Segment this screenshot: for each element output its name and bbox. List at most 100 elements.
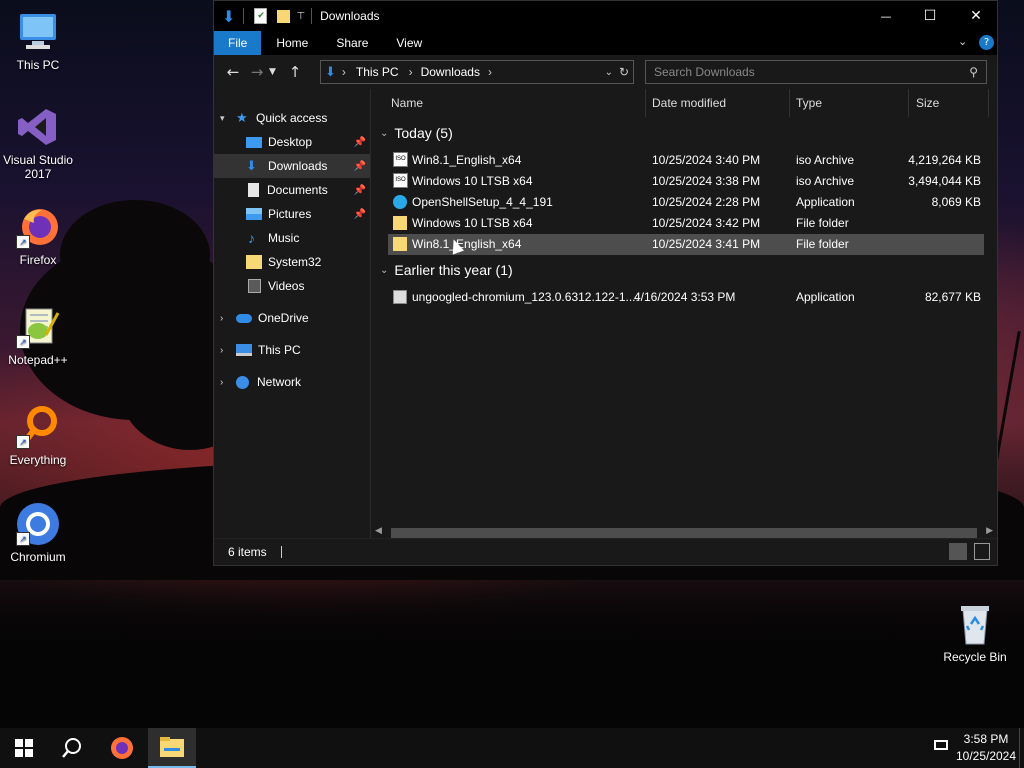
title-bar[interactable]: ⬇ ✔ ⊤ Downloads — ☐ ✕ [214, 1, 997, 31]
tab-view[interactable]: View [382, 31, 436, 55]
nav-quick-access[interactable]: ▾ ★ Quick access [214, 106, 370, 130]
back-arrow-icon[interactable]: ← [221, 63, 245, 81]
minimize-button[interactable]: — [874, 10, 898, 23]
shortcut-arrow-icon: ↗ [16, 435, 30, 449]
breadcrumb-separator[interactable]: › [488, 65, 492, 79]
nav-item-pictures[interactable]: Pictures 📌 [214, 202, 370, 226]
file-row[interactable]: ISO Windows 10 LTSB x64 10/25/2024 3:38 … [388, 171, 984, 192]
visual-studio-icon [16, 105, 60, 149]
column-divider[interactable] [789, 89, 790, 117]
nav-item-label: Downloads [268, 159, 328, 173]
nav-item-documents[interactable]: Documents 📌 [214, 178, 370, 202]
nav-item-music[interactable]: ♪ Music [214, 226, 370, 250]
forward-arrow-icon[interactable]: → [245, 63, 269, 81]
nav-item-label: Music [268, 231, 300, 245]
file-row[interactable]: ungoogled-chromium_123.0.6312.122-1.... … [388, 287, 984, 308]
nav-onedrive[interactable]: › OneDrive [214, 306, 370, 330]
expand-ribbon-icon[interactable]: ⌄ [958, 35, 967, 48]
search-input[interactable]: Search Downloads [654, 65, 755, 79]
navigation-pane: ▾ ★ Quick access Desktop 📌 ⬇ Downloads 📌… [214, 89, 371, 541]
group-header-today[interactable]: ⌄ Today (5) [380, 125, 453, 141]
file-date: 10/25/2024 3:41 PM [652, 237, 761, 251]
breadcrumb-separator[interactable]: › [409, 65, 413, 79]
status-bar: 6 items [214, 538, 997, 565]
scroll-left-arrow-icon[interactable]: ◀ [375, 526, 382, 536]
tab-home[interactable]: Home [261, 31, 322, 55]
column-header-type[interactable]: Type [796, 89, 822, 117]
new-folder-icon[interactable] [277, 9, 291, 23]
scrollbar-thumb[interactable] [391, 528, 977, 538]
chevron-down-icon[interactable]: ⌄ [380, 128, 388, 139]
breadcrumb-downloads[interactable]: Downloads [421, 65, 480, 79]
chevron-right-icon[interactable]: › [220, 313, 236, 324]
pin-icon[interactable]: 📌 [354, 161, 366, 172]
nav-item-system32[interactable]: System32 [214, 250, 370, 274]
chevron-down-icon[interactable]: ▾ [220, 113, 236, 124]
file-row-selected[interactable]: Win8.1_English_x64 10/25/2024 3:41 PM Fi… [388, 234, 984, 255]
desktop-icon-notepad-plus-plus[interactable]: ↗ Notepad++ [0, 305, 76, 367]
pin-icon[interactable]: 📌 [354, 185, 366, 196]
music-note-icon: ♪ [248, 230, 255, 246]
pin-icon[interactable]: 📌 [354, 137, 366, 148]
file-row[interactable]: Windows 10 LTSB x64 10/25/2024 3:42 PM F… [388, 213, 984, 234]
address-dropdown-chevron-icon[interactable]: ⌄ [605, 67, 613, 78]
network-status-icon[interactable] [934, 740, 948, 750]
recent-locations-chevron-icon[interactable]: ▼ [269, 67, 283, 77]
clock[interactable]: 3:58 PM 10/25/2024 [954, 731, 1018, 765]
maximize-button[interactable]: ☐ [918, 8, 942, 24]
group-header-earlier-this-year[interactable]: ⌄ Earlier this year (1) [380, 262, 513, 278]
column-header-size[interactable]: Size [916, 89, 939, 117]
desktop-icon-visual-studio[interactable]: Visual Studio 2017 [0, 105, 76, 181]
help-icon[interactable]: ? [979, 35, 994, 50]
chevron-right-icon[interactable]: › [220, 345, 236, 356]
pin-icon[interactable]: 📌 [354, 209, 366, 220]
breadcrumb-this-pc[interactable]: This PC [356, 65, 399, 79]
details-view-button[interactable] [949, 543, 967, 560]
nav-item-videos[interactable]: Videos [214, 274, 370, 298]
address-bar[interactable]: ⬇ › This PC › Downloads › ⌄ ↻ [320, 60, 634, 84]
group-label: Today (5) [394, 125, 453, 141]
nav-this-pc[interactable]: › This PC [214, 338, 370, 362]
nav-item-desktop[interactable]: Desktop 📌 [214, 130, 370, 154]
column-divider[interactable] [645, 89, 646, 117]
desktop-icon-recycle-bin[interactable]: Recycle Bin [937, 602, 1013, 664]
desktop-icon-chromium[interactable]: ↗ Chromium [0, 502, 76, 564]
close-button[interactable]: ✕ [964, 8, 988, 24]
nav-network[interactable]: › Network [214, 370, 370, 394]
nav-item-label: Quick access [256, 111, 328, 125]
refresh-icon[interactable]: ↻ [619, 65, 629, 79]
column-divider[interactable] [908, 89, 909, 117]
large-icons-view-button[interactable] [974, 543, 990, 560]
up-arrow-icon[interactable]: ↑ [283, 63, 307, 81]
file-size: 4,219,264 KB [908, 153, 981, 167]
chevron-right-icon[interactable]: › [220, 377, 236, 388]
iso-icon: ISO [393, 152, 408, 167]
desktop-icon-this-pc[interactable]: This PC [0, 10, 76, 72]
tab-share[interactable]: Share [322, 31, 382, 55]
taskbar-firefox-button[interactable] [98, 728, 146, 768]
taskbar-file-explorer-button[interactable] [148, 728, 196, 768]
search-button[interactable] [48, 728, 96, 768]
customize-toolbar-icon[interactable]: ⊤ [296, 11, 305, 22]
properties-icon[interactable]: ✔ [254, 8, 268, 24]
file-row[interactable]: ISO Win8.1_English_x64 10/25/2024 3:40 P… [388, 150, 984, 171]
desktop-icon-firefox[interactable]: ↗ Firefox [0, 205, 76, 267]
desktop-icon-label: Everything [9, 453, 67, 467]
column-header-date-modified[interactable]: Date modified [652, 89, 726, 117]
file-name: ungoogled-chromium_123.0.6312.122-1.... [412, 290, 639, 304]
breadcrumb-separator[interactable]: › [342, 65, 346, 79]
desktop-icon-everything[interactable]: ↗ Everything [0, 405, 76, 467]
file-row[interactable]: OpenShellSetup_4_4_191 10/25/2024 2:28 P… [388, 192, 984, 213]
nav-item-downloads[interactable]: ⬇ Downloads 📌 [214, 154, 370, 178]
scroll-right-arrow-icon[interactable]: ▶ [986, 526, 993, 536]
start-button[interactable] [0, 728, 48, 768]
folder-icon [393, 237, 407, 251]
tab-file[interactable]: File [214, 31, 262, 55]
file-date: 10/25/2024 3:38 PM [652, 174, 761, 188]
show-desktop-button[interactable] [1019, 728, 1020, 768]
item-count: 6 items [228, 545, 267, 559]
column-header-name[interactable]: Name [391, 89, 423, 117]
column-divider[interactable] [988, 89, 989, 117]
chevron-down-icon[interactable]: ⌄ [380, 265, 388, 276]
search-box[interactable]: Search Downloads ⚲ [645, 60, 987, 84]
